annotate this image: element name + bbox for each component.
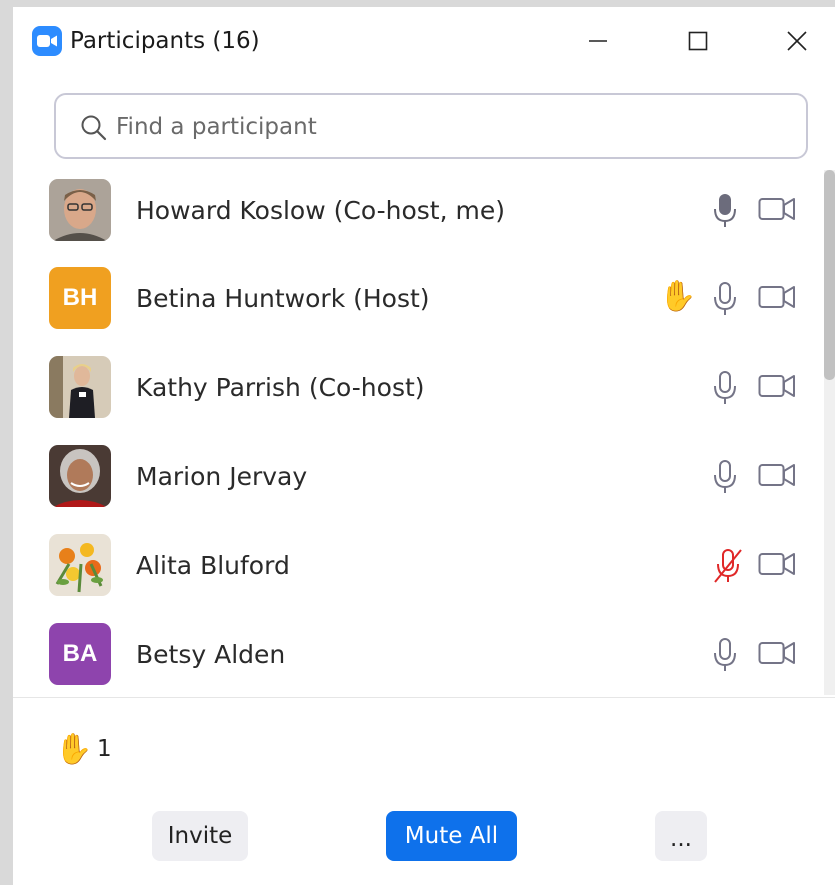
participant-name: Howard Koslow (Co-host, me) [136, 196, 505, 225]
raised-hand-icon: ✋ [55, 732, 93, 767]
scrollbar-thumb[interactable] [824, 170, 835, 380]
avatar: BA [49, 623, 111, 685]
participant-row[interactable]: Howard Koslow (Co-host, me) [13, 167, 821, 255]
video-camera-icon[interactable] [758, 193, 796, 229]
participant-row[interactable]: Marion Jervay [13, 433, 821, 521]
more-options-button[interactable]: ... [655, 811, 707, 861]
scrollbar[interactable] [824, 170, 835, 695]
minimize-button[interactable] [578, 21, 618, 61]
search-input[interactable] [114, 105, 778, 149]
maximize-icon [688, 31, 708, 51]
video-camera-icon [32, 26, 62, 56]
avatar [49, 534, 111, 596]
microphone-icon[interactable] [713, 193, 737, 233]
video-camera-icon[interactable] [758, 459, 796, 495]
video-camera-icon[interactable] [758, 370, 796, 406]
microphone-muted-icon[interactable] [713, 548, 743, 588]
title-bar: Participants (16) [13, 7, 835, 73]
microphone-icon[interactable] [713, 281, 737, 321]
participant-row[interactable]: BA Betsy Alden [13, 611, 821, 697]
video-camera-icon[interactable] [758, 281, 796, 317]
microphone-icon[interactable] [713, 637, 737, 677]
avatar [49, 445, 111, 507]
video-camera-icon[interactable] [758, 548, 796, 584]
divider [13, 697, 835, 698]
avatar: BH [49, 267, 111, 329]
participant-row[interactable]: Alita Bluford [13, 522, 821, 610]
participant-list: Howard Koslow (Co-host, me) BH Betina Hu… [13, 167, 821, 697]
raised-hands-count: 1 [97, 736, 112, 762]
close-icon [787, 31, 807, 51]
window-title: Participants (16) [70, 28, 260, 54]
video-camera-icon[interactable] [758, 637, 796, 673]
participant-name: Betina Huntwork (Host) [136, 284, 430, 313]
maximize-button[interactable] [678, 21, 718, 61]
mute-all-button[interactable]: Mute All [386, 811, 517, 861]
search-box[interactable] [54, 93, 808, 159]
avatar [49, 356, 111, 418]
avatar [49, 179, 111, 241]
search-icon [81, 115, 107, 141]
participant-name: Marion Jervay [136, 462, 308, 491]
minimize-icon [589, 40, 607, 42]
microphone-icon[interactable] [713, 370, 737, 410]
invite-button[interactable]: Invite [152, 811, 248, 861]
raised-hand-icon: ✋ [659, 279, 697, 314]
participant-name: Alita Bluford [136, 551, 290, 580]
close-button[interactable] [777, 21, 817, 61]
participant-name: Kathy Parrish (Co-host) [136, 373, 425, 402]
participant-row[interactable]: Kathy Parrish (Co-host) [13, 344, 821, 432]
participant-row[interactable]: BH Betina Huntwork (Host) ✋ [13, 255, 821, 343]
participant-name: Betsy Alden [136, 640, 286, 669]
participants-window: Participants (16) Find a participant How… [13, 7, 835, 885]
microphone-icon[interactable] [713, 459, 737, 499]
